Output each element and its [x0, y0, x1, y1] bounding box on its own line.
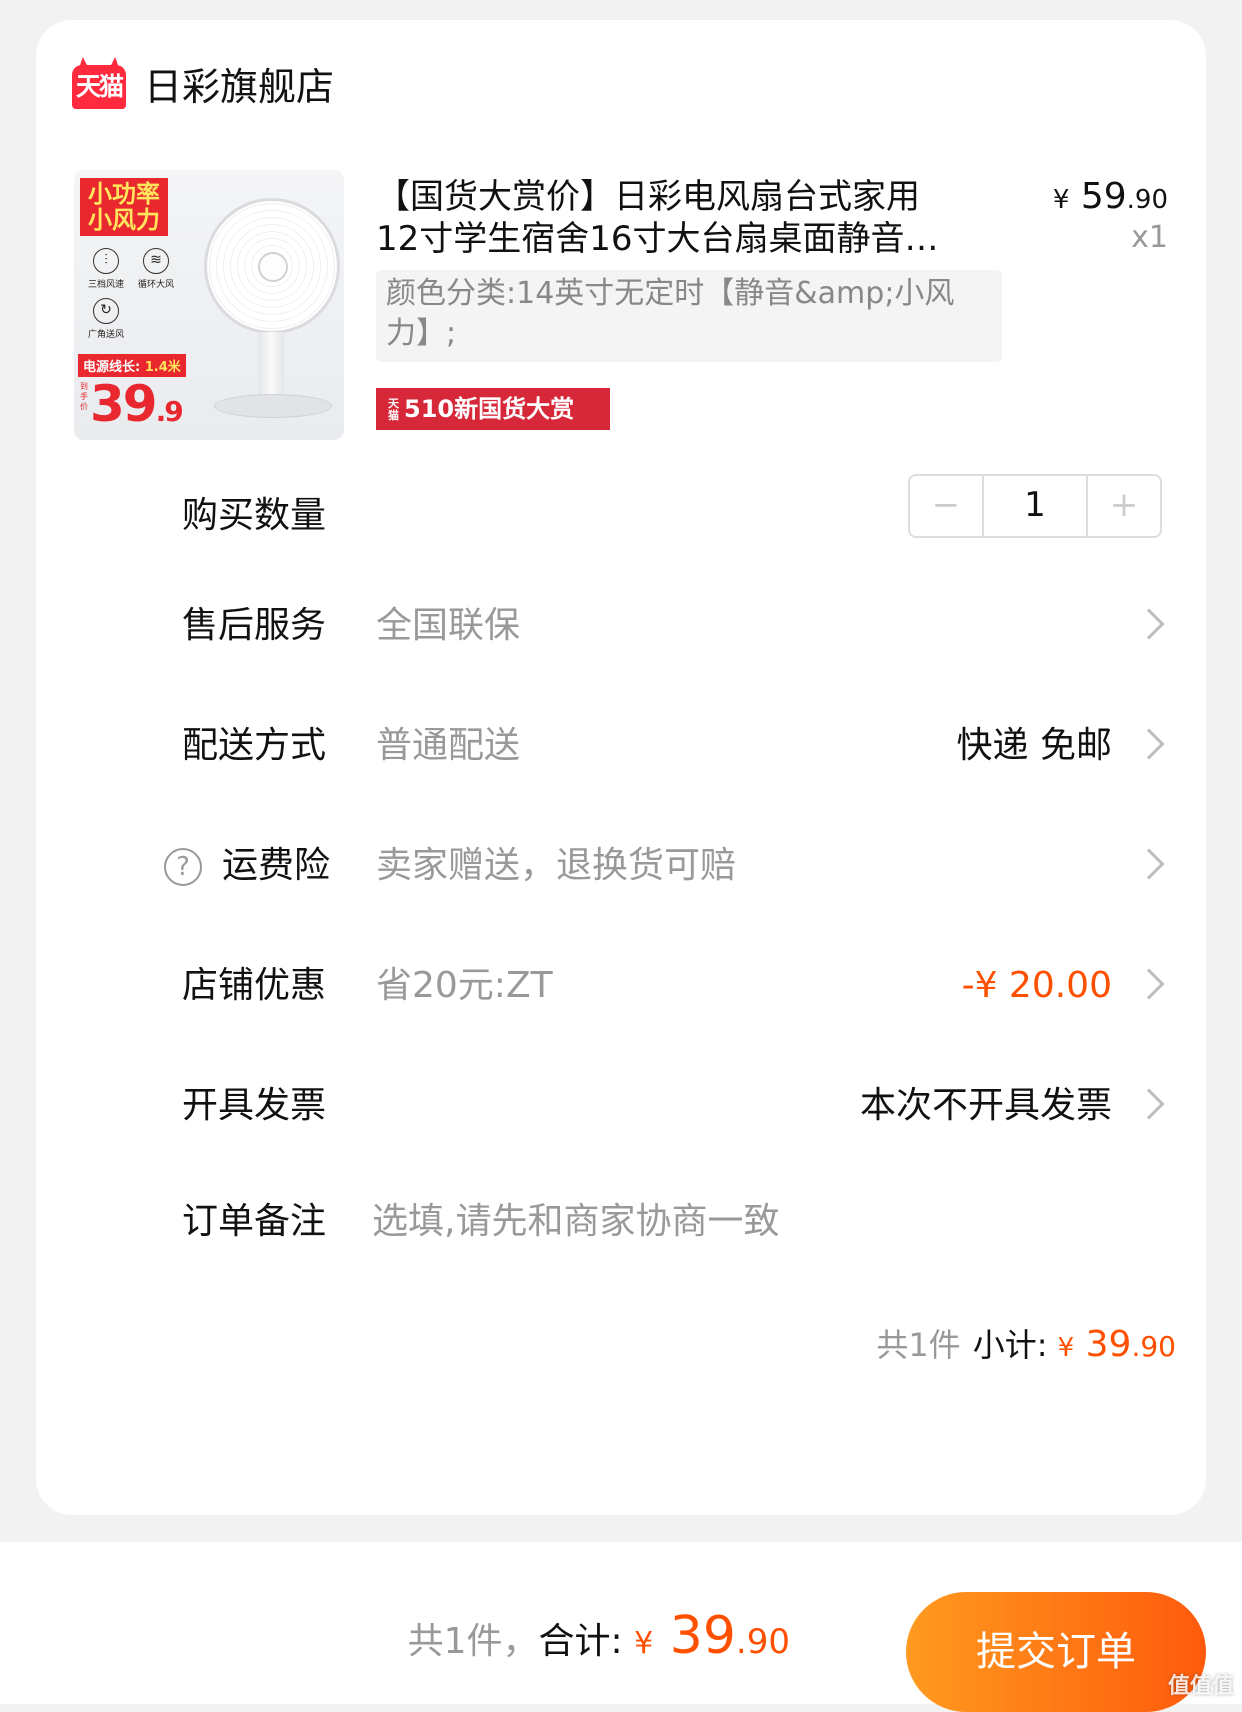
feature-wide: ↻ 广角送风: [84, 298, 128, 340]
order-total: 共1件，合计: ¥ 39.90: [407, 1606, 790, 1666]
subtotal: 共1件 小计: ¥ 39.90: [876, 1324, 1176, 1365]
store-name[interactable]: 日彩旗舰店: [144, 62, 334, 112]
feature-cycle: ≋ 循环大风: [134, 248, 178, 290]
speed-icon: ⫶: [93, 248, 119, 274]
wind-icon: ≋: [143, 248, 169, 274]
invoice-row[interactable]: 开具发票 本次不开具发票: [36, 1076, 1206, 1136]
store-discount-row[interactable]: 店铺优惠 省20元:ZT -¥ 20.00: [36, 956, 1206, 1016]
quantity-label: 购买数量: [182, 495, 327, 536]
invoice-label: 开具发票: [182, 1085, 327, 1126]
feature-speed: ⫶ 三档风速: [84, 248, 128, 290]
delivery-value: 普通配送: [376, 725, 521, 766]
product-price: ¥ 59.90: [1052, 176, 1168, 217]
discount-amount: -¥ 20.00: [961, 965, 1112, 1006]
remark-input[interactable]: [372, 1192, 1072, 1252]
promo-badge: 天猫 510新国货大赏: [376, 388, 610, 430]
shipping-insurance-label: 运费险: [222, 845, 331, 886]
store-discount-label: 店铺优惠: [182, 965, 327, 1006]
submit-order-button[interactable]: 提交订单: [906, 1592, 1206, 1712]
chevron-right-icon: [1133, 728, 1165, 760]
remark-label: 订单备注: [182, 1201, 327, 1242]
shipping-insurance-value: 卖家赠送，退换货可赔: [376, 845, 737, 886]
product-title[interactable]: 【国货大赏价】日彩电风扇台式家用 12寸学生宿舍16寸大台扇桌面静音…: [376, 176, 976, 260]
after-sales-label: 售后服务: [182, 605, 327, 646]
subtotal-amount: ¥ 39.90: [1057, 1324, 1176, 1365]
delivery-fee: 快递 免邮: [956, 725, 1112, 766]
chevron-right-icon: [1133, 848, 1165, 880]
total-amount: ¥ 39.90: [634, 1606, 790, 1666]
watermark: 值值值: [1167, 1674, 1234, 1699]
chevron-right-icon: [1133, 1088, 1165, 1120]
shipping-insurance-row[interactable]: ? 运费险 卖家赠送，退换货可赔: [36, 836, 1206, 896]
checkout-bar: 共1件，合计: ¥ 39.90 提交订单 值值值: [0, 1542, 1242, 1712]
store-discount-value: 省20元:ZT: [376, 965, 553, 1006]
quantity-row: 购买数量 − 1 +: [36, 474, 1206, 546]
after-sales-value: 全国联保: [376, 605, 521, 646]
increase-button[interactable]: +: [1088, 476, 1160, 536]
product-thumbnail[interactable]: 小功率小风力 ⫶ 三档风速 ≋ 循环大风 ↻ 广角送风 电源线长: 1.4米 到…: [74, 170, 344, 440]
thumb-tag: 小功率小风力: [80, 178, 168, 236]
after-sales-row[interactable]: 售后服务 全国联保: [36, 596, 1206, 656]
tmall-logo-icon: 天猫: [72, 65, 126, 109]
thumb-price: 39.9: [90, 375, 184, 433]
chevron-right-icon: [1133, 608, 1165, 640]
chevron-right-icon: [1133, 968, 1165, 1000]
order-card: 天猫 日彩旗舰店 小功率小风力 ⫶ 三档风速 ≋ 循环大风 ↻ 广角送风 电源线…: [36, 20, 1206, 1515]
product-quantity: x1: [1131, 220, 1168, 255]
remark-row: 订单备注: [36, 1192, 1206, 1252]
quantity-value[interactable]: 1: [982, 476, 1088, 536]
invoice-value: 本次不开具发票: [859, 1085, 1112, 1126]
quantity-stepper[interactable]: − 1 +: [908, 474, 1162, 538]
thumb-price-label: 到手价: [80, 382, 88, 411]
delivery-row[interactable]: 配送方式 普通配送 快递 免邮: [36, 716, 1206, 776]
rotate-icon: ↻: [93, 298, 119, 324]
decrease-button[interactable]: −: [910, 476, 982, 536]
delivery-label: 配送方式: [182, 725, 327, 766]
sku-selection[interactable]: 颜色分类:14英寸无定时【静音&amp;小风力】;: [376, 270, 1002, 362]
question-icon[interactable]: ?: [164, 848, 202, 886]
